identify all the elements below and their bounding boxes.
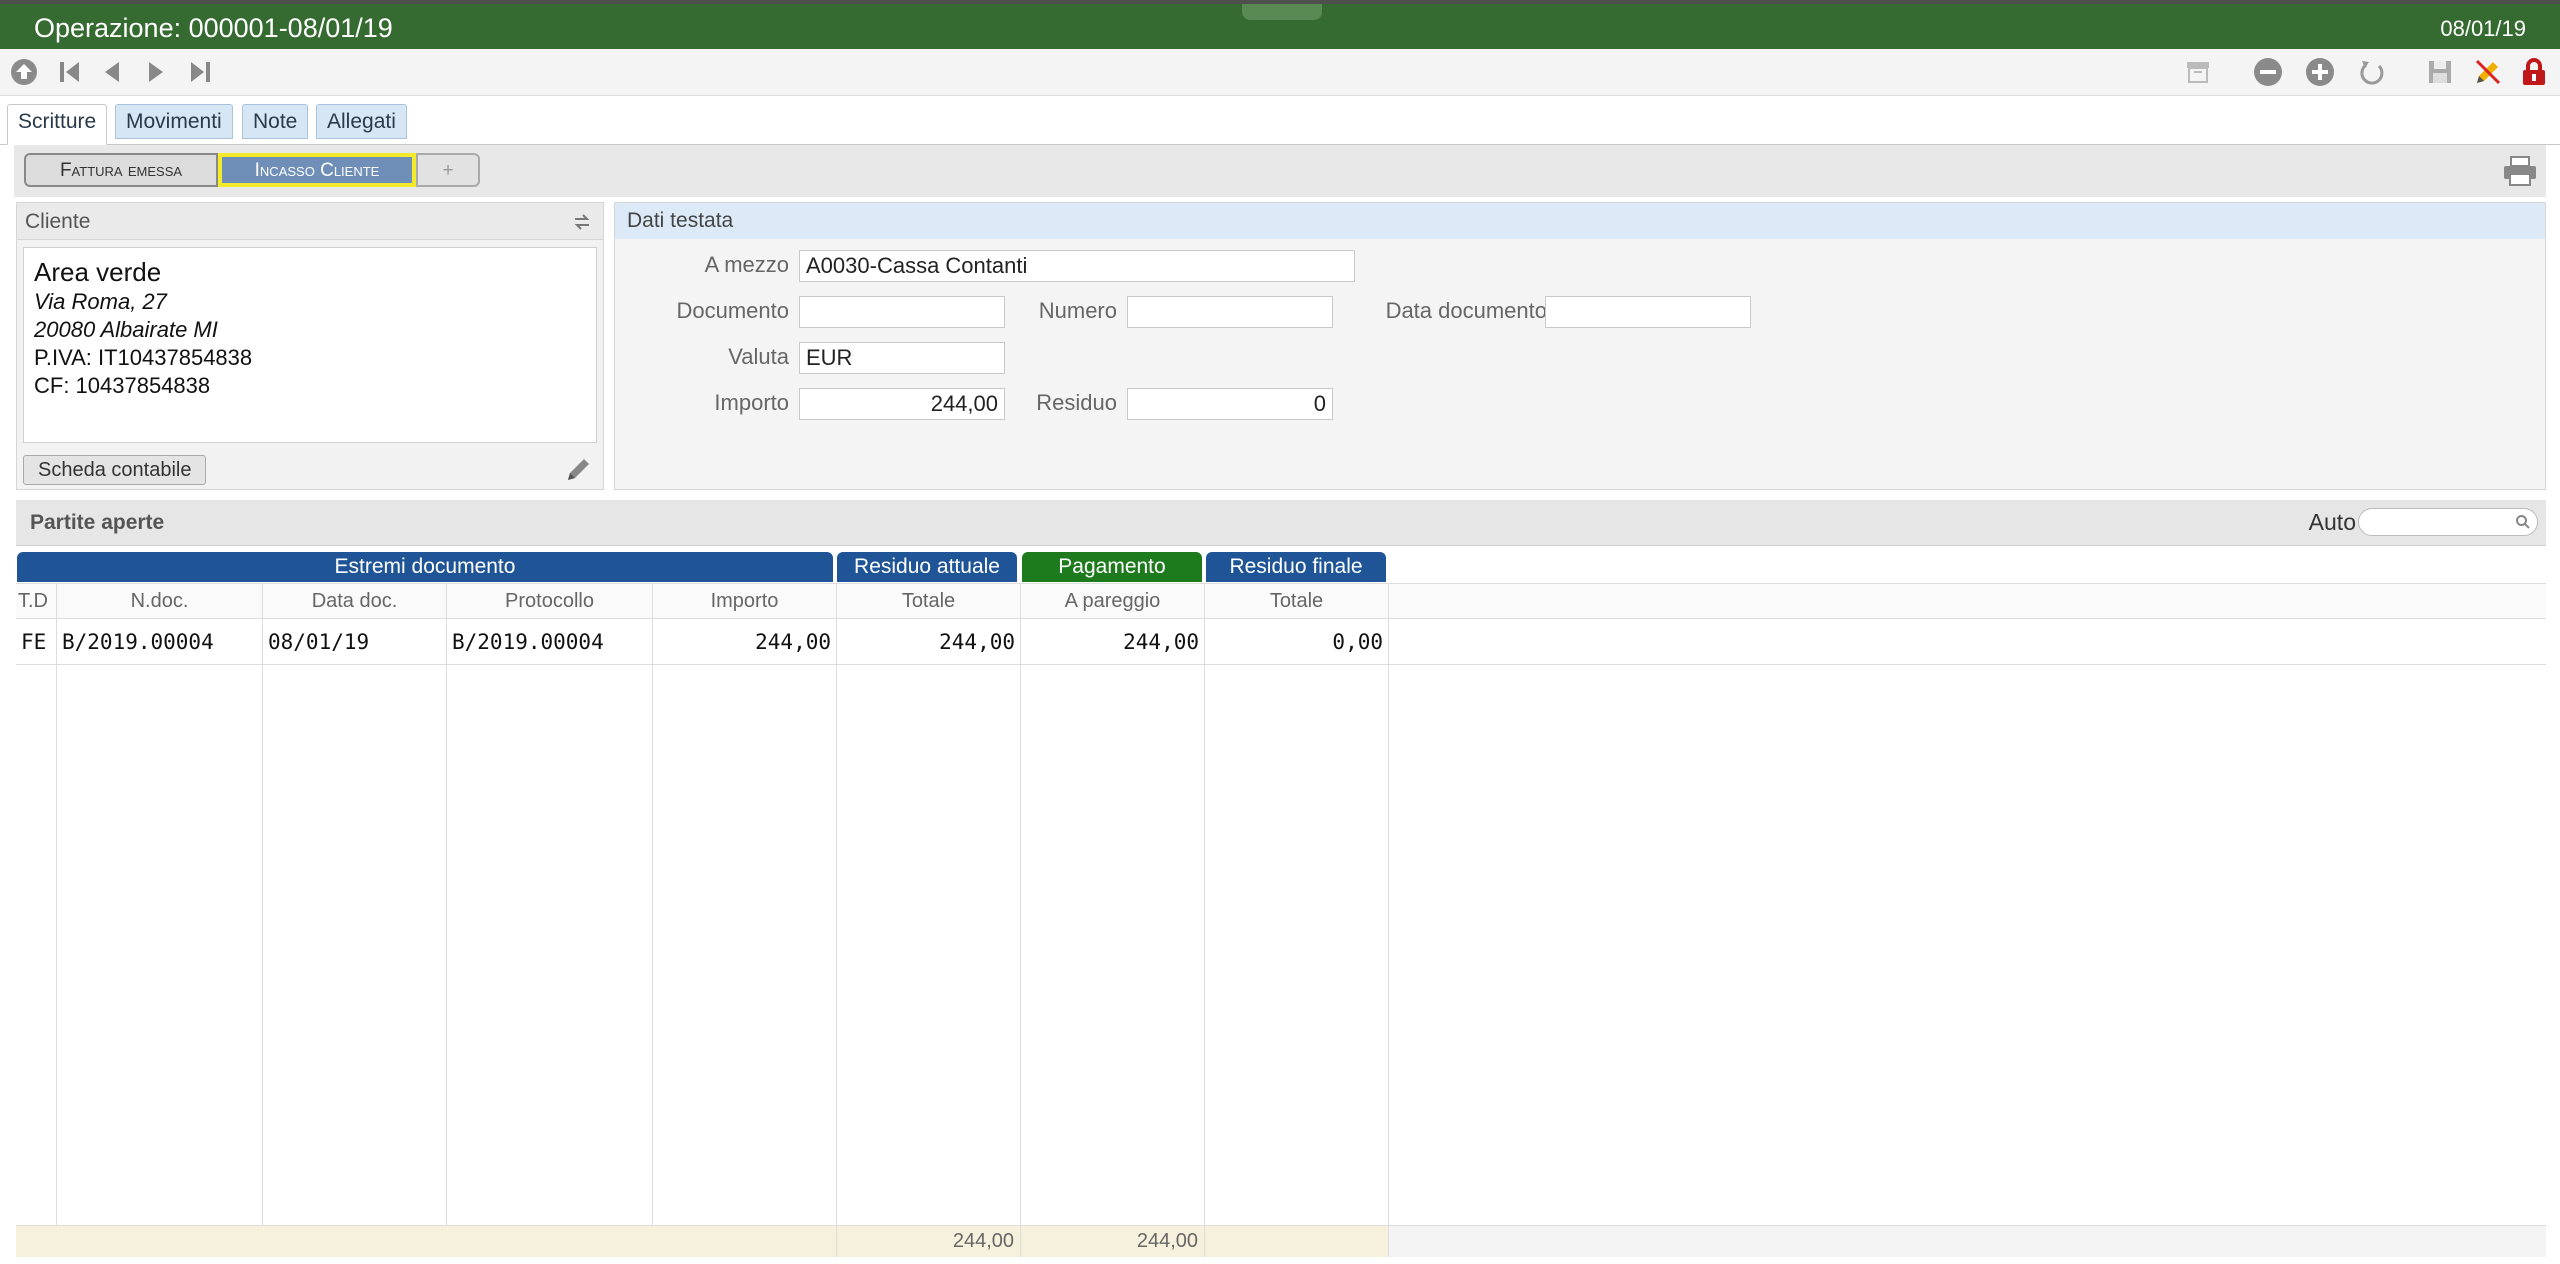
importo-field[interactable]: 244,00 [799, 388, 1005, 420]
window-date: 08/01/19 [2440, 16, 2526, 41]
documento-label: Documento [676, 298, 789, 323]
add-icon[interactable] [2304, 56, 2336, 88]
a-mezzo-label: A mezzo [704, 252, 789, 277]
edit-icon[interactable] [565, 455, 593, 488]
title-bar: Operazione: 000001-08/01/19 08/01/19 [0, 0, 2560, 49]
search-icon [2516, 515, 2530, 529]
grid-divider [836, 665, 837, 1225]
a-mezzo-field[interactable]: A0030-Cassa Contanti [799, 250, 1355, 282]
cliente-panel: Cliente Area verde Via Roma, 27 20080 Al… [16, 202, 604, 490]
col-finale-totale[interactable]: Totale [1205, 583, 1389, 619]
cliente-city: 20080 Albairate MI [34, 317, 218, 342]
print-icon[interactable] [2502, 155, 2538, 187]
cliente-piva: P.IVA: IT10437854838 [34, 345, 253, 370]
grid-divider [262, 665, 263, 1225]
auto-search-input[interactable] [2358, 508, 2538, 536]
previous-record-icon[interactable] [96, 56, 128, 88]
cell-ndoc: B/2019.00004 [57, 619, 263, 665]
partite-aperte-bar: Partite aperte Auto [16, 500, 2546, 546]
remove-icon[interactable] [2252, 56, 2284, 88]
cliente-header-label: Cliente [25, 210, 91, 233]
group-pagamento: Pagamento [1022, 552, 1202, 582]
edit-pencil-icon[interactable] [2472, 56, 2504, 88]
cell-data-doc: 08/01/19 [263, 619, 447, 665]
data-documento-field[interactable] [1545, 296, 1751, 328]
undo-icon[interactable] [2356, 56, 2388, 88]
partite-grid: Estremi documento Residuo attuale Pagame… [16, 552, 2546, 1260]
save-icon[interactable] [2424, 56, 2456, 88]
footer-residuo-totale: 244,00 [837, 1225, 1021, 1257]
col-importo[interactable]: Importo [653, 583, 837, 619]
window-title: Operazione: 000001-08/01/19 [34, 13, 393, 43]
cell-residuo-totale: 244,00 [837, 619, 1021, 665]
cliente-name: Area verde [34, 257, 162, 287]
valuta-field[interactable]: EUR [799, 342, 1005, 374]
tab-bar: Scritture Movimenti Note Allegati [0, 96, 2560, 145]
tab-note[interactable]: Note [242, 104, 309, 139]
group-estremi-documento: Estremi documento [17, 552, 833, 582]
grid-divider [446, 665, 447, 1225]
subtab-incasso-cliente[interactable]: Incasso Cliente [218, 153, 416, 187]
grid-divider [652, 665, 653, 1225]
cliente-street: Via Roma, 27 [34, 289, 167, 314]
home-icon[interactable] [8, 56, 40, 88]
grid-divider [1204, 665, 1205, 1225]
grid-divider [56, 665, 57, 1225]
tab-scritture[interactable]: Scritture [7, 104, 108, 145]
residuo-field[interactable]: 0 [1127, 388, 1333, 420]
footer-blank [16, 1225, 837, 1257]
cliente-cf: CF: 10437854838 [34, 373, 211, 398]
importo-label: Importo [714, 390, 789, 415]
group-residuo-finale: Residuo finale [1206, 552, 1386, 582]
cell-td: FE [16, 619, 57, 665]
cliente-header: Cliente [17, 203, 603, 240]
swap-icon[interactable] [571, 211, 593, 238]
group-residuo-attuale: Residuo attuale [837, 552, 1017, 582]
col-residuo-totale[interactable]: Totale [837, 583, 1021, 619]
grid-divider [1388, 665, 1389, 1225]
partite-aperte-title: Partite aperte [30, 511, 165, 534]
col-ndoc[interactable]: N.doc. [57, 583, 263, 619]
dati-testata-panel: Dati testata A mezzo A0030-Cassa Contant… [614, 202, 2546, 490]
scheda-contabile-button[interactable]: Scheda contabile [23, 455, 207, 485]
numero-field[interactable] [1127, 296, 1333, 328]
subtab-fattura-emessa[interactable]: Fattura emessa [24, 153, 218, 187]
cell-finale-totale: 0,00 [1205, 619, 1389, 665]
tab-movimenti[interactable]: Movimenti [115, 104, 233, 139]
documento-field[interactable] [799, 296, 1005, 328]
cell-protocollo: B/2019.00004 [447, 619, 653, 665]
grid-divider [1020, 665, 1021, 1225]
subtab-bar: Fattura emessa Incasso Cliente + [14, 145, 2546, 197]
numero-label: Numero [1038, 298, 1117, 323]
tab-allegati[interactable]: Allegati [316, 104, 407, 139]
footer-a-pareggio: 244,00 [1021, 1225, 1205, 1257]
footer-finale-totale [1205, 1225, 1389, 1257]
auto-label: Auto [2308, 509, 2356, 535]
window-drag-handle[interactable] [1242, 4, 1322, 20]
dati-testata-header-label: Dati testata [627, 209, 734, 232]
footer-filler [1389, 1225, 2546, 1257]
residuo-label: Residuo [1036, 390, 1117, 415]
last-record-icon[interactable] [184, 56, 216, 88]
add-subtab-button[interactable]: + [416, 153, 480, 187]
cell-filler [1389, 619, 2546, 665]
data-documento-label: Data documento [1385, 298, 1547, 323]
archive-icon[interactable] [2182, 56, 2214, 88]
dati-testata-header: Dati testata [615, 203, 2545, 239]
cliente-address-box: Area verde Via Roma, 27 20080 Albairate … [23, 247, 597, 443]
valuta-label: Valuta [728, 344, 789, 369]
col-filler [1389, 583, 2546, 619]
lock-icon[interactable] [2518, 56, 2550, 88]
toolbar [0, 49, 2560, 96]
first-record-icon[interactable] [54, 56, 86, 88]
col-td[interactable]: T.D [16, 583, 57, 619]
cell-a-pareggio[interactable]: 244,00 [1021, 619, 1205, 665]
cell-importo: 244,00 [653, 619, 837, 665]
next-record-icon[interactable] [140, 56, 172, 88]
col-data-doc[interactable]: Data doc. [263, 583, 447, 619]
col-a-pareggio[interactable]: A pareggio [1021, 583, 1205, 619]
col-protocollo[interactable]: Protocollo [447, 583, 653, 619]
